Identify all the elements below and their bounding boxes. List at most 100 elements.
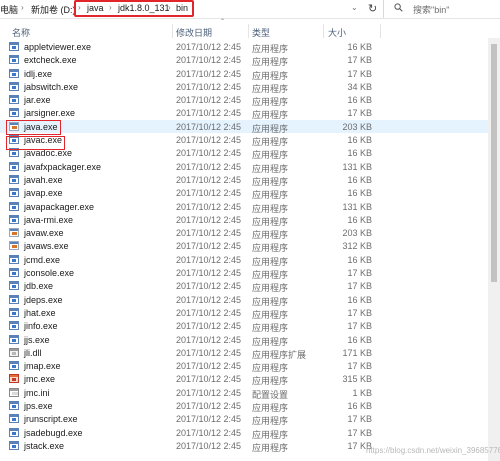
file-name: jdeps.exe bbox=[24, 294, 63, 305]
file-size: 16 KB bbox=[347, 42, 372, 52]
file-date: 2017/10/12 2:45 bbox=[176, 414, 242, 425]
file-date: 2017/10/12 2:45 bbox=[176, 214, 242, 225]
file-name: javap.exe bbox=[24, 188, 63, 199]
file-row[interactable]: javafxpackager.exe 2017/10/12 2:45 应用程序 131… bbox=[0, 160, 488, 174]
file-row[interactable]: jdb.exe 2017/10/12 2:45 应用程序 17 KB bbox=[0, 279, 488, 293]
file-size: 16 KB bbox=[347, 254, 372, 265]
file-date: 2017/10/12 2:45 bbox=[176, 268, 242, 279]
file-row[interactable]: jcmd.exe 2017/10/12 2:45 应用程序 16 KB bbox=[0, 253, 488, 267]
file-name: jinfo.exe bbox=[24, 321, 58, 332]
file-row[interactable]: jar.exe 2017/10/12 2:45 应用程序 16 KB bbox=[0, 93, 488, 107]
file-name: jps.exe bbox=[24, 401, 53, 412]
dll-file-icon bbox=[9, 347, 19, 357]
column-divider[interactable] bbox=[248, 24, 249, 38]
file-row[interactable]: extcheck.exe 2017/10/12 2:45 应用程序 17 KB bbox=[0, 53, 488, 67]
breadcrumb-bin[interactable]: bin bbox=[176, 3, 188, 13]
file-name: javaw.exe bbox=[24, 228, 64, 239]
file-row[interactable]: jhat.exe 2017/10/12 2:45 应用程序 17 KB bbox=[0, 306, 488, 320]
exe-file-icon bbox=[9, 321, 19, 331]
file-name: javah.exe bbox=[24, 174, 63, 185]
file-row[interactable]: jps.exe 2017/10/12 2:45 应用程序 16 KB bbox=[0, 399, 488, 413]
file-size: 1 KB bbox=[352, 387, 372, 398]
file-row[interactable]: jmc.exe 2017/10/12 2:45 应用程序 315 KB bbox=[0, 372, 488, 386]
file-row[interactable]: jinfo.exe 2017/10/12 2:45 应用程序 17 KB bbox=[0, 319, 488, 333]
breadcrumb-drive[interactable]: 新加卷 (D:) bbox=[31, 3, 76, 16]
refresh-icon[interactable]: ↻ bbox=[368, 2, 377, 15]
file-row[interactable]: jmap.exe 2017/10/12 2:45 应用程序 17 KB bbox=[0, 359, 488, 373]
file-date: 2017/10/12 2:45 bbox=[176, 174, 242, 185]
file-size: 312 KB bbox=[342, 241, 372, 252]
file-name: jmap.exe bbox=[24, 361, 61, 372]
breadcrumb-jdk[interactable]: jdk1.8.0_131 bbox=[118, 3, 170, 13]
exe-file-icon bbox=[9, 361, 19, 371]
file-date: 2017/10/12 2:45 bbox=[176, 55, 242, 66]
column-divider[interactable] bbox=[380, 24, 381, 38]
scrollbar-thumb[interactable] bbox=[491, 44, 497, 282]
file-row[interactable]: jrunscript.exe 2017/10/12 2:45 应用程序 17 KB bbox=[0, 412, 488, 426]
file-row[interactable]: javac.exe 2017/10/12 2:45 应用程序 16 KB bbox=[0, 133, 488, 147]
file-row[interactable]: jjs.exe 2017/10/12 2:45 应用程序 16 KB bbox=[0, 333, 488, 347]
file-size: 131 KB bbox=[342, 161, 372, 172]
file-row[interactable]: javaw.exe 2017/10/12 2:45 应用程序 203 KB bbox=[0, 226, 488, 240]
column-divider[interactable] bbox=[323, 24, 324, 38]
file-row[interactable]: java-rmi.exe 2017/10/12 2:45 应用程序 16 KB bbox=[0, 213, 488, 227]
vertical-scrollbar[interactable] bbox=[488, 38, 500, 461]
file-name: javapackager.exe bbox=[24, 201, 95, 212]
file-date: 2017/10/12 2:45 bbox=[176, 440, 242, 451]
file-row[interactable]: javah.exe 2017/10/12 2:45 应用程序 16 KB bbox=[0, 173, 488, 187]
file-name: jstack.exe bbox=[24, 440, 65, 451]
file-name: jsadebugd.exe bbox=[24, 427, 83, 438]
file-row[interactable]: javapackager.exe 2017/10/12 2:45 应用程序 131 K… bbox=[0, 200, 488, 214]
column-size[interactable]: 大小 bbox=[328, 26, 346, 39]
file-size: 17 KB bbox=[347, 268, 372, 279]
file-name: jmc.ini bbox=[24, 387, 50, 398]
file-date: 2017/10/12 2:45 bbox=[176, 294, 242, 305]
exe-file-icon bbox=[9, 334, 19, 344]
chevron-right-icon[interactable]: › bbox=[168, 3, 171, 12]
file-row[interactable]: idlj.exe 2017/10/12 2:45 应用程序 17 KB bbox=[0, 67, 488, 81]
file-date: 2017/10/12 2:45 bbox=[176, 121, 242, 132]
file-size: 16 KB bbox=[347, 174, 372, 185]
chevron-right-icon[interactable]: › bbox=[109, 3, 112, 12]
file-row[interactable]: jmc.ini 2017/10/12 2:45 配置设置 1 KB bbox=[0, 386, 488, 400]
file-row[interactable]: javap.exe 2017/10/12 2:45 应用程序 16 KB bbox=[0, 186, 488, 200]
file-row[interactable]: jconsole.exe 2017/10/12 2:45 应用程序 17 KB bbox=[0, 266, 488, 280]
column-type[interactable]: 类型 bbox=[252, 26, 270, 39]
file-row[interactable]: jdeps.exe 2017/10/12 2:45 应用程序 16 KB bbox=[0, 293, 488, 307]
file-name: jli.dll bbox=[24, 347, 42, 358]
file-name: jabswitch.exe bbox=[24, 81, 79, 92]
exe-file-icon bbox=[9, 201, 19, 211]
file-date: 2017/10/12 2:45 bbox=[176, 254, 242, 265]
file-date: 2017/10/12 2:45 bbox=[176, 401, 242, 412]
exe-file-icon bbox=[9, 68, 19, 78]
column-divider[interactable] bbox=[172, 24, 173, 38]
file-row[interactable]: java.exe 2017/10/12 2:45 应用程序 203 KB bbox=[0, 119, 488, 134]
file-name: javadoc.exe bbox=[24, 148, 73, 159]
file-size: 203 KB bbox=[342, 121, 372, 132]
file-row[interactable]: jabswitch.exe 2017/10/12 2:45 应用程序 34 KB bbox=[0, 80, 488, 94]
file-row[interactable]: appletviewer.exe 2017/10/12 2:45 应用程序 16 KB bbox=[0, 40, 488, 54]
file-row[interactable]: jli.dll 2017/10/12 2:45 应用程序扩展 171 KB bbox=[0, 346, 488, 360]
search-box[interactable]: 搜索"bin" bbox=[383, 0, 500, 18]
file-size: 131 KB bbox=[342, 201, 372, 212]
breadcrumb-java[interactable]: java bbox=[87, 3, 104, 13]
file-row[interactable]: javadoc.exe 2017/10/12 2:45 应用程序 16 KB bbox=[0, 146, 488, 160]
address-bar[interactable]: 电脑 › 新加卷 (D:) › java › jdk1.8.0_131 › bi… bbox=[0, 0, 500, 19]
file-row[interactable]: jarsigner.exe 2017/10/12 2:45 应用程序 17 KB bbox=[0, 106, 488, 120]
file-row[interactable]: jsadebugd.exe 2017/10/12 2:45 应用程序 17 KB bbox=[0, 426, 488, 440]
file-date: 2017/10/12 2:45 bbox=[176, 321, 242, 332]
file-name: java-rmi.exe bbox=[24, 214, 74, 225]
file-date: 2017/10/12 2:45 bbox=[176, 201, 242, 212]
file-name: extcheck.exe bbox=[24, 55, 77, 66]
column-date[interactable]: 修改日期 bbox=[176, 26, 212, 39]
chevron-down-icon[interactable]: ⌄ bbox=[351, 3, 358, 12]
file-size: 16 KB bbox=[347, 294, 372, 305]
chevron-right-icon[interactable]: › bbox=[21, 3, 24, 12]
column-name[interactable]: 名称 bbox=[12, 26, 30, 39]
file-date: 2017/10/12 2:45 bbox=[176, 334, 242, 345]
file-date: 2017/10/12 2:45 bbox=[176, 241, 242, 252]
file-size: 16 KB bbox=[347, 95, 372, 106]
breadcrumb-this-pc[interactable]: 电脑 bbox=[0, 3, 18, 16]
search-input[interactable]: 搜索"bin" bbox=[413, 3, 449, 16]
file-row[interactable]: javaws.exe 2017/10/12 2:45 应用程序 312 KB bbox=[0, 239, 488, 253]
